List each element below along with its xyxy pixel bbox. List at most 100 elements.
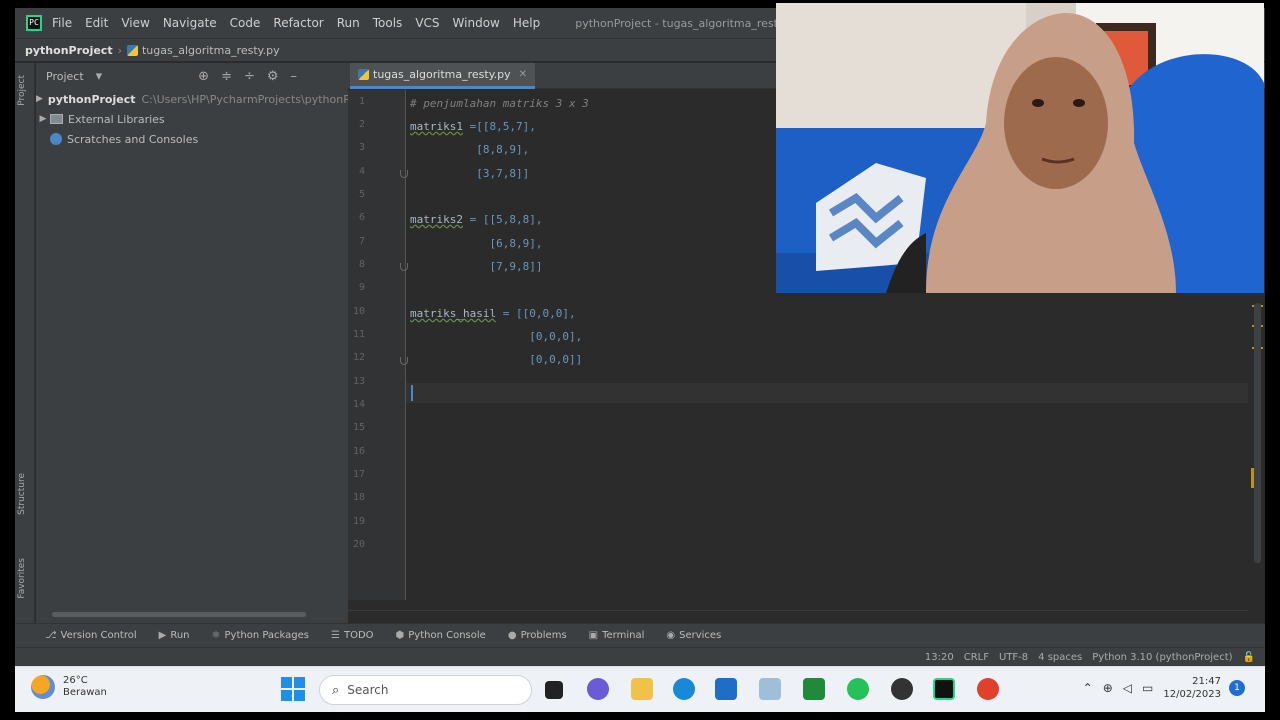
status-interpreter[interactable]: Python 3.10 (pythonProject) xyxy=(1092,652,1232,663)
pycharm-taskbar-icon[interactable] xyxy=(933,678,955,700)
tool-python-console[interactable]: ⬢ Python Console xyxy=(396,630,486,641)
line-number: 8 xyxy=(358,259,365,270)
tree-item-scratches[interactable]: Scratches and Consoles xyxy=(36,129,348,149)
identifier: matriks1 xyxy=(410,120,463,133)
line-number: 12 xyxy=(352,352,365,363)
search-placeholder: Search xyxy=(347,683,389,697)
chrome-browser-icon[interactable] xyxy=(977,678,999,700)
line-number: 19 xyxy=(352,516,365,527)
tool-todo[interactable]: ☰ TODO xyxy=(331,630,374,641)
code-line: matriks1 =[[8,5,7], xyxy=(410,117,536,137)
side-tab-project[interactable]: Project xyxy=(17,75,27,106)
side-tab-favorites[interactable]: Favorites xyxy=(17,558,27,599)
chevron-right-icon[interactable]: ▶ xyxy=(36,94,43,104)
menu-window[interactable]: Window xyxy=(453,16,500,30)
taskbar-search-box[interactable]: ⌕ Search xyxy=(319,675,532,705)
code-line: [6,8,9], xyxy=(410,237,543,250)
vertical-scrollbar[interactable] xyxy=(1254,303,1261,563)
collapse-all-icon[interactable]: ÷ xyxy=(244,69,255,84)
menu-navigate[interactable]: Navigate xyxy=(163,16,217,30)
info-icon: ● xyxy=(507,630,517,641)
chevron-down-icon[interactable]: ▾ xyxy=(96,69,103,84)
expand-all-icon[interactable]: ≑ xyxy=(221,69,232,84)
line-number: 4 xyxy=(358,166,365,177)
fold-marker-icon[interactable] xyxy=(400,263,408,271)
line-number: 20 xyxy=(352,539,365,550)
code-line: matriks_hasil = [[0,0,0], xyxy=(410,304,576,324)
code-literal: = [[0,0,0], xyxy=(496,307,576,320)
tool-run[interactable]: ▶ Run xyxy=(159,630,190,641)
identifier: matriks_hasil xyxy=(410,307,497,320)
panel-title[interactable]: Project xyxy=(46,70,84,83)
webcam-video-frame xyxy=(776,3,1264,293)
status-encoding[interactable]: UTF-8 xyxy=(999,652,1028,663)
tree-item-label: Scratches and Consoles xyxy=(67,132,199,146)
menu-view[interactable]: View xyxy=(121,16,149,30)
line-number: 1 xyxy=(358,96,365,107)
status-indent[interactable]: 4 spaces xyxy=(1038,652,1082,663)
menu-vcs[interactable]: VCS xyxy=(415,16,439,30)
tool-version-control[interactable]: ⎇ Version Control xyxy=(45,630,137,641)
file-explorer-icon[interactable] xyxy=(631,678,653,700)
chat-app-icon[interactable] xyxy=(587,678,609,700)
chevron-right-icon[interactable]: ▶ xyxy=(36,114,50,124)
menu-tools[interactable]: Tools xyxy=(373,16,403,30)
editor-bottom-border xyxy=(348,610,1248,611)
whatsapp-icon[interactable] xyxy=(847,678,869,700)
gear-icon[interactable]: ⚙ xyxy=(267,69,279,84)
identifier: matriks2 xyxy=(410,213,463,226)
locate-icon[interactable]: ⊕ xyxy=(198,69,209,84)
pycharm-logo-icon: PC xyxy=(26,15,42,31)
clock-date: 12/02/2023 xyxy=(1163,689,1221,700)
side-tab-structure[interactable]: Structure xyxy=(17,473,27,515)
list-icon: ☰ xyxy=(331,630,340,641)
battery-icon[interactable]: ▭ xyxy=(1142,681,1153,695)
edge-browser-icon[interactable] xyxy=(673,678,695,700)
lock-icon[interactable]: 🔓 xyxy=(1243,652,1255,663)
breadcrumb-file[interactable]: tugas_algoritma_resty.py xyxy=(142,44,280,57)
tool-terminal[interactable]: ▣ Terminal xyxy=(589,630,645,641)
line-number: 18 xyxy=(352,492,365,503)
photos-app-icon[interactable] xyxy=(759,678,781,700)
speaker-icon[interactable]: ◁ xyxy=(1123,681,1132,695)
tree-item-external-libraries[interactable]: ▶ External Libraries xyxy=(36,109,348,129)
minimize-icon[interactable]: – xyxy=(291,69,298,84)
tree-item-project[interactable]: ▶ pythonProject C:\Users\HP\PycharmProje… xyxy=(36,89,381,109)
xbox-icon[interactable] xyxy=(803,678,825,700)
menu-file[interactable]: File xyxy=(52,16,72,30)
windows-start-button[interactable] xyxy=(281,677,305,701)
chevron-up-icon[interactable]: ⌃ xyxy=(1083,681,1093,695)
globe-icon[interactable]: ⊕ xyxy=(1103,681,1113,695)
breadcrumb-project[interactable]: pythonProject xyxy=(25,44,113,57)
task-view-icon[interactable] xyxy=(545,681,563,699)
fold-marker-icon[interactable] xyxy=(400,170,408,178)
tool-services[interactable]: ◉ Services xyxy=(666,630,721,641)
python-file-icon xyxy=(126,44,138,56)
notification-badge[interactable]: 1 xyxy=(1229,680,1245,696)
tab-file[interactable]: tugas_algoritma_resty.py ✕ xyxy=(350,63,536,89)
tree-item-path: C:\Users\HP\PycharmProjects\pythonProjec… xyxy=(141,92,381,106)
search-icon: ⌕ xyxy=(332,682,340,698)
line-number: 13 xyxy=(352,376,365,387)
line-number: 3 xyxy=(358,142,365,153)
menu-edit[interactable]: Edit xyxy=(85,16,108,30)
tool-python-packages[interactable]: ⚛ Python Packages xyxy=(212,630,309,641)
line-number: 9 xyxy=(358,282,365,293)
menu-run[interactable]: Run xyxy=(337,16,360,30)
clock[interactable]: 21:47 12/02/2023 xyxy=(1163,675,1221,701)
menu-code[interactable]: Code xyxy=(230,16,261,30)
menu-help[interactable]: Help xyxy=(513,16,540,30)
status-line-separator[interactable]: CRLF xyxy=(964,652,989,663)
obs-studio-icon[interactable] xyxy=(891,678,913,700)
menu-refactor[interactable]: Refactor xyxy=(273,16,323,30)
horizontal-scrollbar[interactable] xyxy=(52,612,306,617)
close-icon[interactable]: ✕ xyxy=(519,69,527,80)
fold-marker-icon[interactable] xyxy=(400,357,408,365)
line-number: 17 xyxy=(352,469,365,480)
status-caret-position[interactable]: 13:20 xyxy=(925,652,954,663)
line-number: 16 xyxy=(352,446,365,457)
microsoft-store-icon[interactable] xyxy=(715,678,737,700)
tool-problems[interactable]: ● Problems xyxy=(508,630,567,641)
weather-widget[interactable]: 26°C Berawan xyxy=(31,675,107,699)
project-panel-header: Project ▾ ⊕ ≑ ÷ ⚙ – xyxy=(36,63,348,89)
